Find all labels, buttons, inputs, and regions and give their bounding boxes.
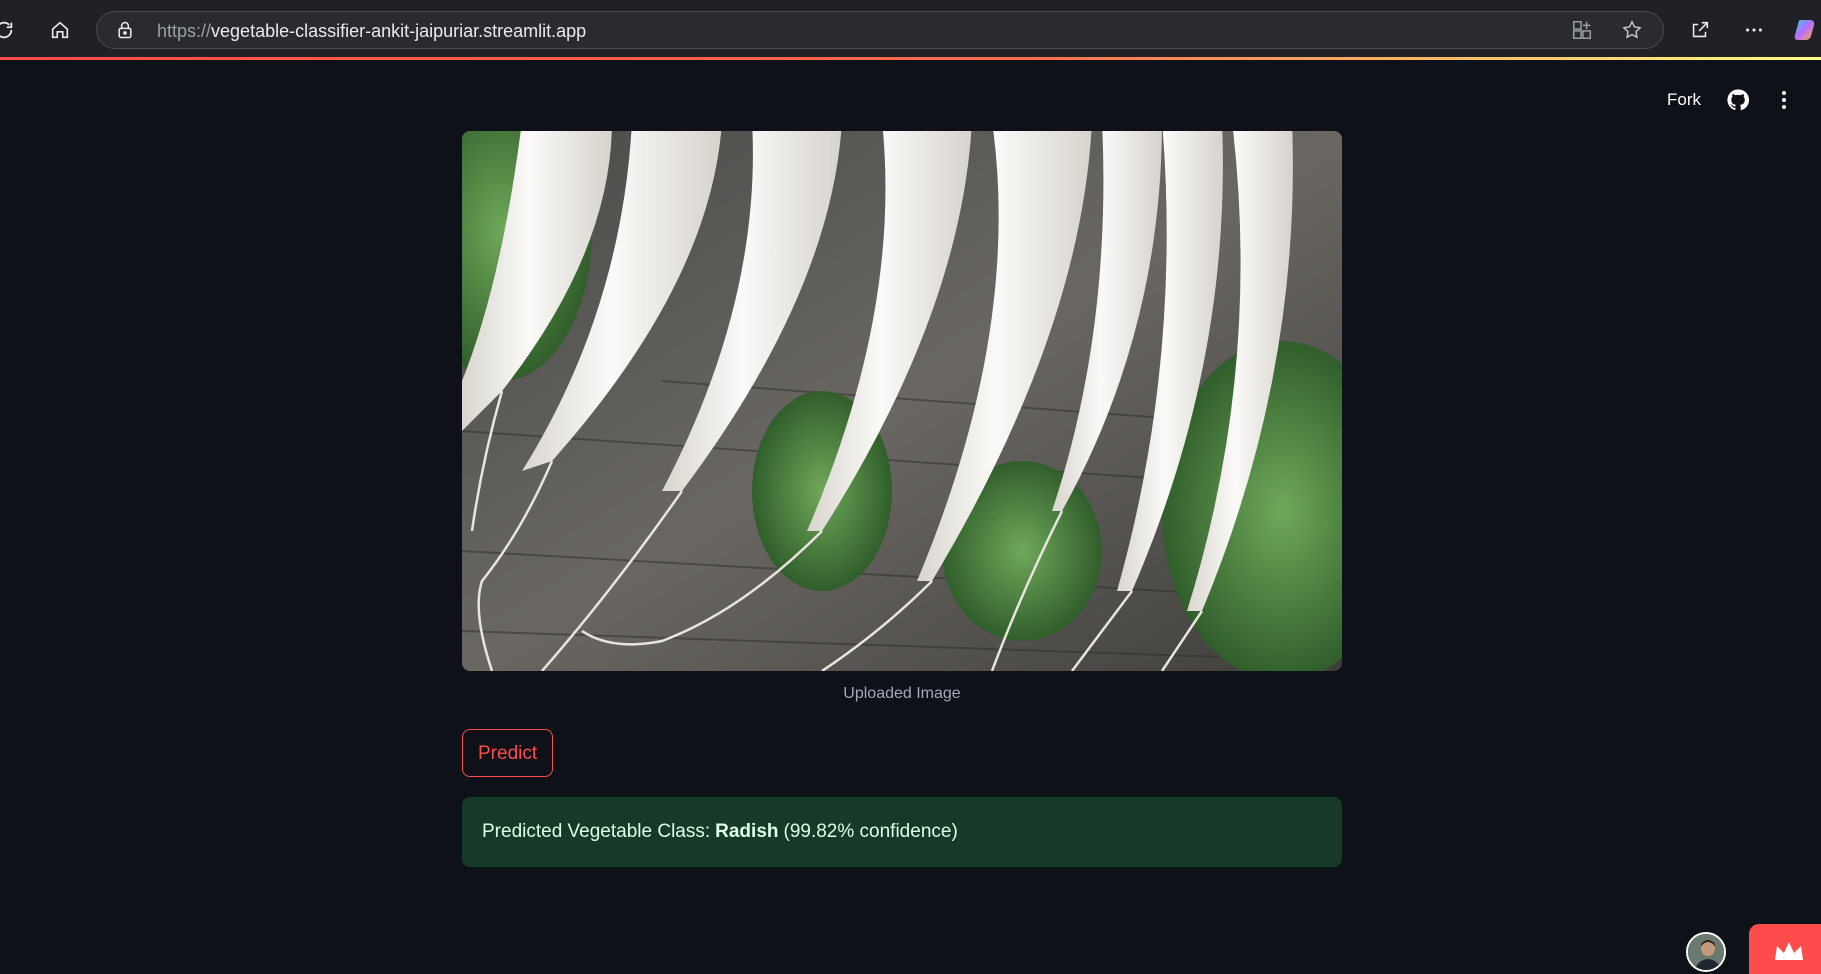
url-host: vegetable-classifier-ankit-jaipuriar.str… [211, 21, 587, 41]
favorite-star-icon[interactable] [1621, 19, 1645, 43]
main-content: Uploaded Image Predict Predicted Vegetab… [462, 131, 1342, 867]
avatar[interactable] [1686, 932, 1726, 972]
image-caption: Uploaded Image [843, 685, 961, 702]
fork-button[interactable]: Fork [1667, 90, 1701, 110]
address-bar[interactable]: https://vegetable-classifier-ankit-jaipu… [96, 11, 1664, 49]
home-icon[interactable] [44, 14, 76, 46]
url-text[interactable]: https://vegetable-classifier-ankit-jaipu… [157, 21, 586, 42]
predict-button[interactable]: Predict [462, 729, 554, 777]
result-prefix: Predicted Vegetable Class: [482, 821, 711, 842]
crown-icon [1775, 942, 1803, 960]
prediction-result-alert: Predicted Vegetable Class: Radish (99.82… [462, 797, 1342, 867]
copilot-icon[interactable] [1790, 14, 1821, 46]
app-available-icon[interactable] [1571, 19, 1595, 43]
github-icon[interactable] [1726, 88, 1752, 114]
share-icon[interactable] [1684, 14, 1716, 46]
url-scheme: https:// [157, 21, 212, 41]
result-class-name: Radish [715, 821, 779, 842]
browser-toolbar: https://vegetable-classifier-ankit-jaipu… [0, 0, 1821, 60]
kebab-menu-icon[interactable] [1772, 88, 1798, 114]
uploaded-image [462, 131, 1342, 671]
more-menu-icon[interactable] [1738, 14, 1770, 46]
streamlit-badge[interactable] [1749, 924, 1821, 974]
result-confidence: (99.82% confidence) [783, 821, 958, 842]
refresh-icon[interactable] [0, 14, 20, 46]
lock-icon[interactable] [115, 20, 135, 40]
